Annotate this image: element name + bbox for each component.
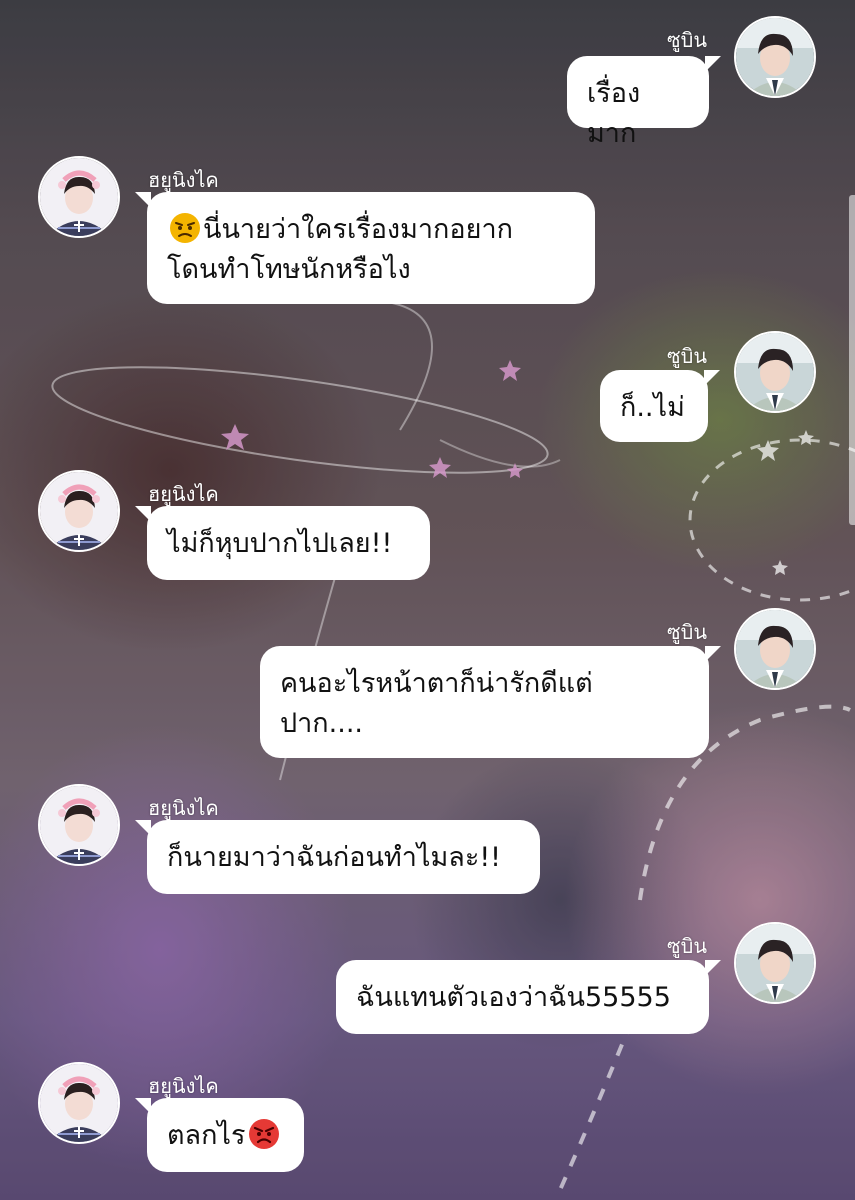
avatar-image (736, 924, 814, 1002)
message-bubble[interactable]: ตลกไร (135, 1098, 304, 1172)
avatar[interactable] (734, 922, 816, 1004)
message-text: ก็นายมาว่าฉันก่อนทำไมละ!! (167, 842, 501, 873)
message-text-line-2: โดนทำโทษนักหรือไง (167, 254, 411, 285)
avatar-image (40, 472, 118, 550)
avatar-image (40, 786, 118, 864)
message-bubble[interactable]: เรื่องมาก (567, 56, 721, 149)
message-bubble[interactable]: ก็..ไม่ (600, 370, 720, 442)
sender-name: ซูบิน (667, 28, 707, 52)
message-text: ตลกไร (167, 1120, 246, 1151)
bubble-tail (135, 506, 151, 522)
scrollbar[interactable] (849, 195, 855, 525)
avatar-image (736, 333, 814, 411)
avatar[interactable] (38, 156, 120, 238)
message-bubble[interactable]: ไม่ก็หุบปากไปเลย!! (135, 506, 430, 580)
message-text: ไม่ก็หุบปากไปเลย!! (167, 528, 393, 559)
avatar[interactable] (38, 784, 120, 866)
bubble-tail (705, 56, 721, 72)
sender-name: ซูบิน (667, 620, 707, 644)
message-text: ฉันแทนตัวเองว่าฉัน55555 (356, 982, 671, 1013)
annoyed-face-icon (170, 213, 200, 243)
avatar[interactable] (734, 331, 816, 413)
bubble-tail (135, 1098, 151, 1114)
message-bubble[interactable]: ฉันแทนตัวเองว่าฉัน55555 (336, 960, 721, 1034)
angry-face-icon (248, 1119, 279, 1149)
avatar[interactable] (734, 608, 816, 690)
bubble-tail (704, 370, 720, 386)
bubble-tail (705, 960, 721, 976)
avatar[interactable] (38, 470, 120, 552)
message-bubble[interactable]: ก็นายมาว่าฉันก่อนทำไมละ!! (135, 820, 540, 894)
avatar-image (736, 610, 814, 688)
message-text-line-2: ปาก.... (280, 708, 363, 739)
bubble-tail (705, 646, 721, 662)
sender-name: ซูบิน (667, 344, 707, 368)
avatar[interactable] (38, 1062, 120, 1144)
message-bubble[interactable]: นี่นายว่าใครเรื่องมากอยาก โดนทำโทษนักหรื… (135, 192, 595, 304)
avatar-image (40, 1064, 118, 1142)
message-text: เรื่องมาก (587, 78, 641, 149)
bubble-tail (135, 192, 151, 208)
bubble-tail (135, 820, 151, 836)
message-text: ก็..ไม่ (620, 392, 685, 423)
avatar[interactable] (734, 16, 816, 98)
message-bubble[interactable]: คนอะไรหน้าตาก็น่ารักดีแต่ ปาก.... (260, 646, 721, 758)
avatar-image (736, 18, 814, 96)
sender-name: ซูบิน (667, 934, 707, 958)
message-text-line-1: นี่นายว่าใครเรื่องมากอยาก (203, 214, 513, 245)
message-text-line-1: คนอะไรหน้าตาก็น่ารักดีแต่ (280, 668, 593, 699)
avatar-image (40, 158, 118, 236)
